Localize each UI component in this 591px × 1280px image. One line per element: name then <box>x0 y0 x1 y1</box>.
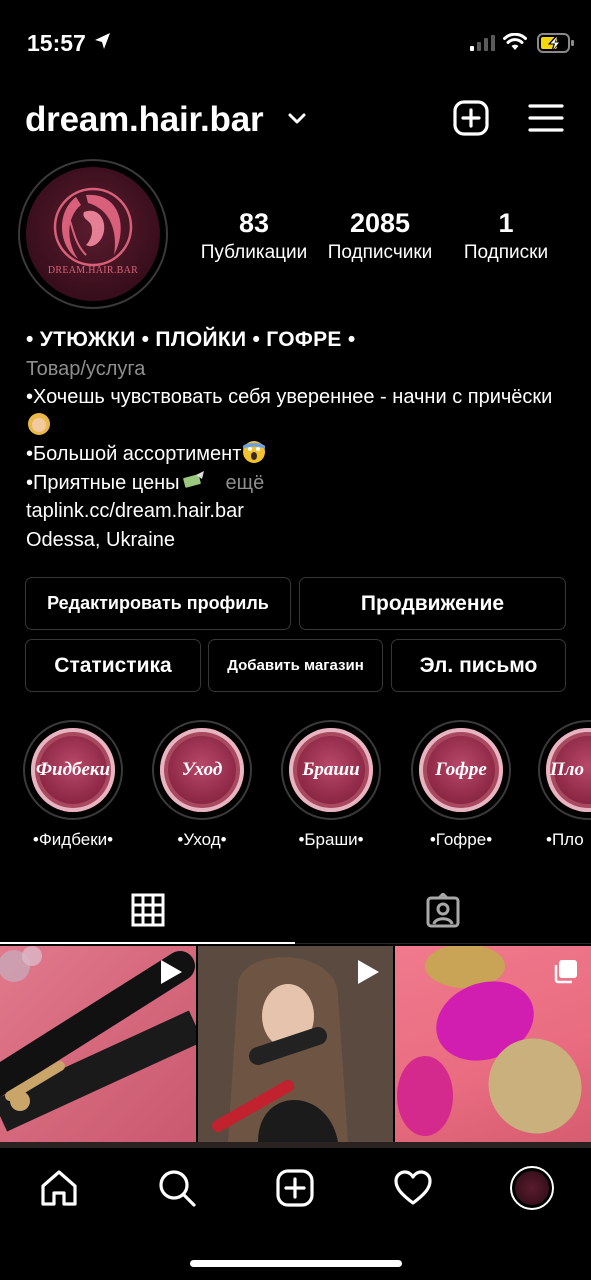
username-title[interactable]: dream.hair.bar <box>25 100 264 140</box>
promotion-button[interactable]: Продвижение <box>299 577 566 630</box>
bio-link[interactable]: taplink.cc/dream.hair.bar <box>26 497 571 526</box>
tab-tagged[interactable] <box>295 880 591 944</box>
search-icon[interactable] <box>157 1168 197 1208</box>
bio-line-2-text: •Большой ассортимент <box>26 443 242 465</box>
bio-line-2: •Большой ассортимент <box>26 440 571 469</box>
chevron-down-icon[interactable] <box>288 112 306 130</box>
highlight-label: •Пло <box>546 830 584 849</box>
highlight-cover-title: Фидбеки <box>35 759 111 780</box>
post-thumbnail[interactable] <box>395 946 591 1142</box>
highlight-feedback[interactable]: Фидбеки •Фидбеки• <box>21 720 125 850</box>
following-count: 1 <box>498 208 514 238</box>
reel-play-icon <box>355 958 381 991</box>
highlight-crimper[interactable]: Гофре •Гофре• <box>409 720 513 850</box>
post-thumbnail[interactable] <box>0 946 196 1142</box>
highlight-cover-title: Уход <box>181 759 223 780</box>
highlight-cover-title: Пло <box>550 759 585 780</box>
grid-icon <box>131 893 165 927</box>
edit-profile-button[interactable]: Редактировать профиль <box>25 577 291 630</box>
post-thumbnail[interactable] <box>198 946 393 1142</box>
posts-count: 83 <box>238 208 270 238</box>
highlight-brushes[interactable]: Браши •Браши• <box>279 720 383 850</box>
profile-category: Товар/услуга <box>26 357 146 380</box>
highlight-cover: Уход <box>160 728 244 812</box>
followers-label: Подписчики <box>327 242 433 263</box>
stat-posts[interactable]: 83 Публикации <box>192 207 316 265</box>
home-indicator <box>190 1260 402 1267</box>
cellular-signal-icon <box>470 35 496 56</box>
new-post-icon[interactable] <box>453 100 489 136</box>
home-icon[interactable] <box>39 1168 79 1208</box>
avatar[interactable]: DREAM.HAIR.BAR <box>26 167 160 301</box>
bio-line-1: •Хочешь чувствовать себя увереннее - нач… <box>26 383 571 440</box>
profile-bio: • УТЮЖКИ • ПЛОЙКИ • ГОФРЕ • Товар/услуга… <box>26 326 571 554</box>
profile-avatar-tab[interactable] <box>510 1166 554 1210</box>
statistics-button[interactable]: Статистика <box>25 639 201 692</box>
posts-label: Публикации <box>200 242 308 263</box>
highlight-curling[interactable]: Пло •Пло <box>538 720 591 850</box>
highlight-cover: Фидбеки <box>31 728 115 812</box>
stat-following[interactable]: 1 Подписки <box>450 207 562 265</box>
tagged-icon <box>426 893 460 928</box>
following-label: Подписки <box>463 242 549 263</box>
add-post-icon[interactable] <box>275 1168 315 1208</box>
bio-line-1-text: •Хочешь чувствовать себя увереннее - нач… <box>26 386 553 408</box>
woman-blond-emoji-icon <box>26 412 52 436</box>
status-time: 15:57 <box>27 30 86 56</box>
stat-followers[interactable]: 2085 Подписчики <box>320 207 440 265</box>
profile-name: • УТЮЖКИ • ПЛОЙКИ • ГОФРЕ • <box>26 328 356 351</box>
avatar-logo-text: DREAM.HAIR.BAR <box>47 265 139 276</box>
profile-header: dream.hair.bar <box>0 88 591 152</box>
wifi-icon <box>503 32 527 56</box>
battery-charging-icon <box>537 33 575 58</box>
add-shop-button[interactable]: Добавить магазин <box>208 639 383 692</box>
bio-line-3: •Приятные цены ещё <box>26 469 571 498</box>
avatar-thumbnail <box>515 1171 549 1205</box>
screaming-face-emoji-icon <box>241 440 267 464</box>
bio-line-3-text: •Приятные цены <box>26 471 180 494</box>
status-bar: 15:57 <box>0 0 591 88</box>
highlight-cover-title: Браши <box>302 759 360 780</box>
highlight-label: •Браши• <box>298 830 364 849</box>
highlight-care[interactable]: Уход •Уход• <box>150 720 254 850</box>
highlight-cover: Браши <box>289 728 373 812</box>
location-arrow-icon <box>94 32 112 55</box>
money-wings-emoji-icon <box>180 469 206 493</box>
highlight-label: •Уход• <box>177 830 227 849</box>
highlight-label: •Гофре• <box>429 830 493 849</box>
email-button[interactable]: Эл. письмо <box>391 639 566 692</box>
menu-icon[interactable] <box>528 102 564 134</box>
reel-play-icon <box>158 958 184 991</box>
highlight-cover: Гофре <box>419 728 503 812</box>
tab-grid[interactable] <box>0 880 295 944</box>
bio-location[interactable]: Odessa, Ukraine <box>26 526 571 555</box>
logo-woman-profile-icon <box>53 187 133 267</box>
highlight-cover: Пло <box>546 728 591 812</box>
followers-count: 2085 <box>349 208 411 238</box>
bio-more-link[interactable]: ещё <box>226 472 265 494</box>
carousel-icon <box>553 958 579 989</box>
heart-icon[interactable] <box>393 1168 433 1208</box>
highlight-cover-title: Гофре <box>435 759 487 780</box>
highlight-label: •Фидбеки• <box>32 830 114 849</box>
profile-tabs <box>0 880 591 944</box>
